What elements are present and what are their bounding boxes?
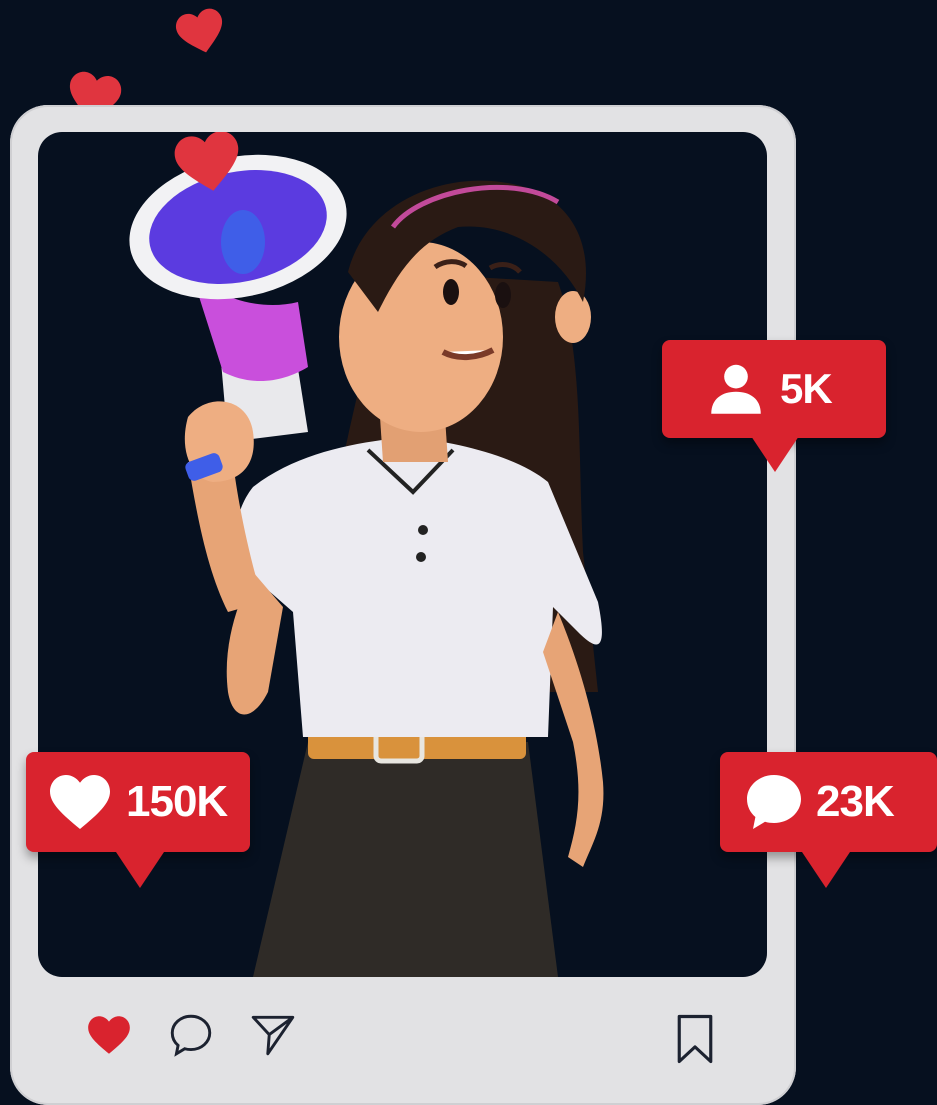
likes-count: 150K [126,777,228,826]
heart-icon[interactable] [82,1010,136,1060]
comment-icon [747,775,801,829]
followers-badge: 5K [662,340,886,472]
badge-tail [751,436,799,472]
send-icon[interactable] [246,1010,300,1060]
heart-icon [50,775,110,829]
user-icon [711,364,761,414]
comment-icon[interactable] [166,1010,216,1060]
likes-badge: 150K [26,752,250,888]
badge-tail [116,852,164,888]
badge-tail [802,852,850,888]
comments-badge: 23K [720,752,937,888]
comments-count: 23K [816,777,895,826]
followers-count: 5K [780,365,833,412]
bookmark-icon[interactable] [672,1012,718,1066]
floating-heart-icon [175,8,223,53]
